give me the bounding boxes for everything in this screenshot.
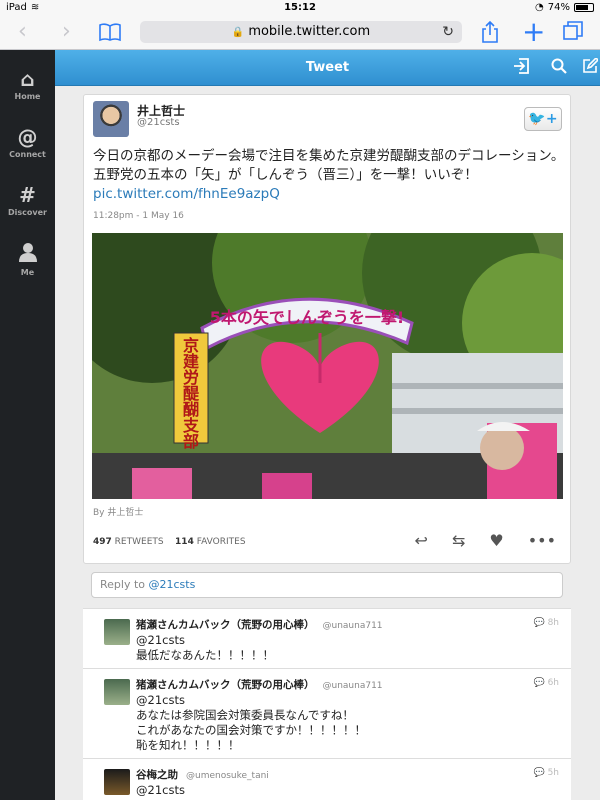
reply-line: 最低だなあんた！！！！！ xyxy=(136,648,274,662)
clock: 15:12 xyxy=(284,2,316,13)
avatar[interactable] xyxy=(104,679,130,705)
reply-input[interactable]: Reply to @21csts xyxy=(91,572,563,598)
reply-line: あなたは参院国会対策委員長なんですね！ xyxy=(136,708,354,722)
search-icon[interactable] xyxy=(551,58,567,78)
sidebar: ⌂ Home @ Connect # Discover Me xyxy=(0,50,55,800)
sidebar-item-discover[interactable]: # Discover xyxy=(0,184,55,217)
reply-author-handle[interactable]: @unauna711 xyxy=(323,621,383,631)
reply-line: 恥を知れ！！！！！ xyxy=(136,738,240,752)
follow-button[interactable]: 🐦+ xyxy=(524,107,562,131)
photo-sign-text: 京建労醍醐支部 xyxy=(182,336,200,451)
reply-time: 5h xyxy=(547,768,559,778)
status-bar: iPad ≋ 15:12 ◔ 74% xyxy=(0,0,600,16)
reload-icon[interactable]: ↻ xyxy=(442,21,454,43)
sidebar-item-label: Home xyxy=(14,92,41,101)
tweet-stats: 497 RETWEETS 114 FAVORITES xyxy=(93,537,246,547)
reply-author-handle[interactable]: @umenosuke_tani xyxy=(186,771,269,781)
reply-body: @21csts あなたは参院国会対策委員長なんですね！ これがあなたの国会対策で… xyxy=(136,693,366,753)
battery-icon xyxy=(574,3,594,12)
reply-time: 6h xyxy=(547,678,559,688)
sidebar-item-home[interactable]: ⌂ Home xyxy=(0,68,55,101)
sidebar-item-label: Me xyxy=(20,268,35,277)
photo-byline: By 井上哲士 xyxy=(93,508,144,518)
reply-author-name[interactable]: 猪瀬さんカムバック（荒野の用心棒） xyxy=(136,619,315,631)
back-icon[interactable]: ‹ xyxy=(18,21,27,43)
hash-icon: # xyxy=(19,183,36,207)
at-icon: @ xyxy=(17,125,38,149)
tweet-actions: ↩ ⇆ ♥ ••• xyxy=(415,531,556,550)
bird-icon: 🐦 xyxy=(528,111,546,127)
reply-time: 8h xyxy=(547,618,559,628)
reply-placeholder: Reply to xyxy=(100,578,149,591)
avatar[interactable] xyxy=(104,769,130,795)
reply-item[interactable]: 猪瀬さんカムバック（荒野の用心棒） @unauna711 💬 8h @21csts… xyxy=(83,608,571,668)
sidebar-item-label: Connect xyxy=(9,150,46,159)
bookmarks-icon[interactable] xyxy=(98,22,122,48)
url-text: mobile.twitter.com xyxy=(248,24,371,39)
avatar[interactable] xyxy=(93,101,129,137)
tweet-photo-link[interactable]: pic.twitter.com/fhnEe9azpQ xyxy=(93,186,280,202)
reply-author-name[interactable]: 猪瀬さんカムバック（荒野の用心棒） xyxy=(136,679,315,691)
person-icon xyxy=(0,242,55,266)
tweet-timestamp: 11:28pm - 1 May 16 xyxy=(93,211,184,221)
photo-banner-text: 5本の矢でしんぞうを一撃! xyxy=(210,308,404,327)
tweet-card: 井上哲士 @21csts 🐦+ 今日の京都のメーデー会場で注目を集めた京建労醍醐… xyxy=(83,94,571,564)
photo-sign-char: 部 xyxy=(183,432,199,451)
reply-line: @21csts xyxy=(136,693,185,707)
retweet-icon[interactable]: ⇆ xyxy=(452,531,465,550)
retweet-count: 497 xyxy=(93,537,112,547)
battery-label: 74% xyxy=(547,2,570,13)
photo-illustration: 5本の矢でしんぞうを一撃! 京建労醍醐支部 xyxy=(92,233,563,499)
browser-toolbar: ‹ › 🔒 mobile.twitter.com ↻ + xyxy=(0,16,600,50)
more-icon[interactable]: ••• xyxy=(528,531,556,550)
reply-icon[interactable]: ↩ xyxy=(415,531,428,550)
sidebar-item-me[interactable]: Me xyxy=(0,242,55,277)
main-content: 井上哲士 @21csts 🐦+ 今日の京都のメーデー会場で注目を集めた京建労醍醐… xyxy=(55,86,600,800)
share-icon[interactable] xyxy=(480,20,500,50)
forward-icon[interactable]: › xyxy=(62,21,71,43)
reply-line: これがあなたの国会対策ですか！！！！！！ xyxy=(136,723,366,737)
favorite-count: 114 xyxy=(175,537,194,547)
address-bar[interactable]: 🔒 mobile.twitter.com ↻ xyxy=(140,21,462,43)
reply-item[interactable]: 猪瀬さんカムバック（荒野の用心棒） @unauna711 💬 6h @21csts… xyxy=(83,668,571,758)
speech-bubble-icon: 💬 xyxy=(533,678,545,688)
home-icon: ⌂ xyxy=(20,67,35,91)
avatar[interactable] xyxy=(104,619,130,645)
tweet-text: 今日の京都のメーデー会場で注目を集めた京建労醍醐支部のデコレーション。五野党の五… xyxy=(93,148,565,183)
tabs-icon[interactable] xyxy=(562,20,584,48)
speech-bubble-icon: 💬 xyxy=(533,768,545,778)
app-bar: Tweet xyxy=(55,50,600,86)
sidebar-item-connect[interactable]: @ Connect xyxy=(0,126,55,159)
reply-line: @21csts xyxy=(136,633,185,647)
new-tab-icon[interactable]: + xyxy=(522,18,545,46)
tweet-photo[interactable]: 5本の矢でしんぞうを一撃! 京建労醍醐支部 xyxy=(92,233,563,499)
sign-in-icon[interactable] xyxy=(513,58,529,78)
reply-author-name[interactable]: 谷梅之助 xyxy=(136,769,178,781)
reply-mention: @21csts xyxy=(148,578,196,591)
lock-icon: 🔒 xyxy=(231,27,245,38)
sidebar-item-label: Discover xyxy=(8,208,47,217)
heart-icon[interactable]: ♥ xyxy=(489,531,503,550)
reply-item[interactable]: 谷梅之助 @umenosuke_tani 💬 5h @21csts xyxy=(83,758,571,800)
location-icon: ◔ xyxy=(535,2,544,13)
retweet-label: RETWEETS xyxy=(114,537,164,547)
reply-author-handle[interactable]: @unauna711 xyxy=(323,681,383,691)
compose-icon[interactable] xyxy=(582,56,600,78)
plus-icon: + xyxy=(545,111,558,127)
reply-body: @21csts xyxy=(136,783,185,798)
reply-line: @21csts xyxy=(136,783,185,797)
author-handle[interactable]: @21csts xyxy=(137,117,180,128)
speech-bubble-icon: 💬 xyxy=(533,618,545,628)
reply-body: @21csts 最低だなあんた！！！！！ xyxy=(136,633,274,663)
favorite-label: FAVORITES xyxy=(196,537,246,547)
